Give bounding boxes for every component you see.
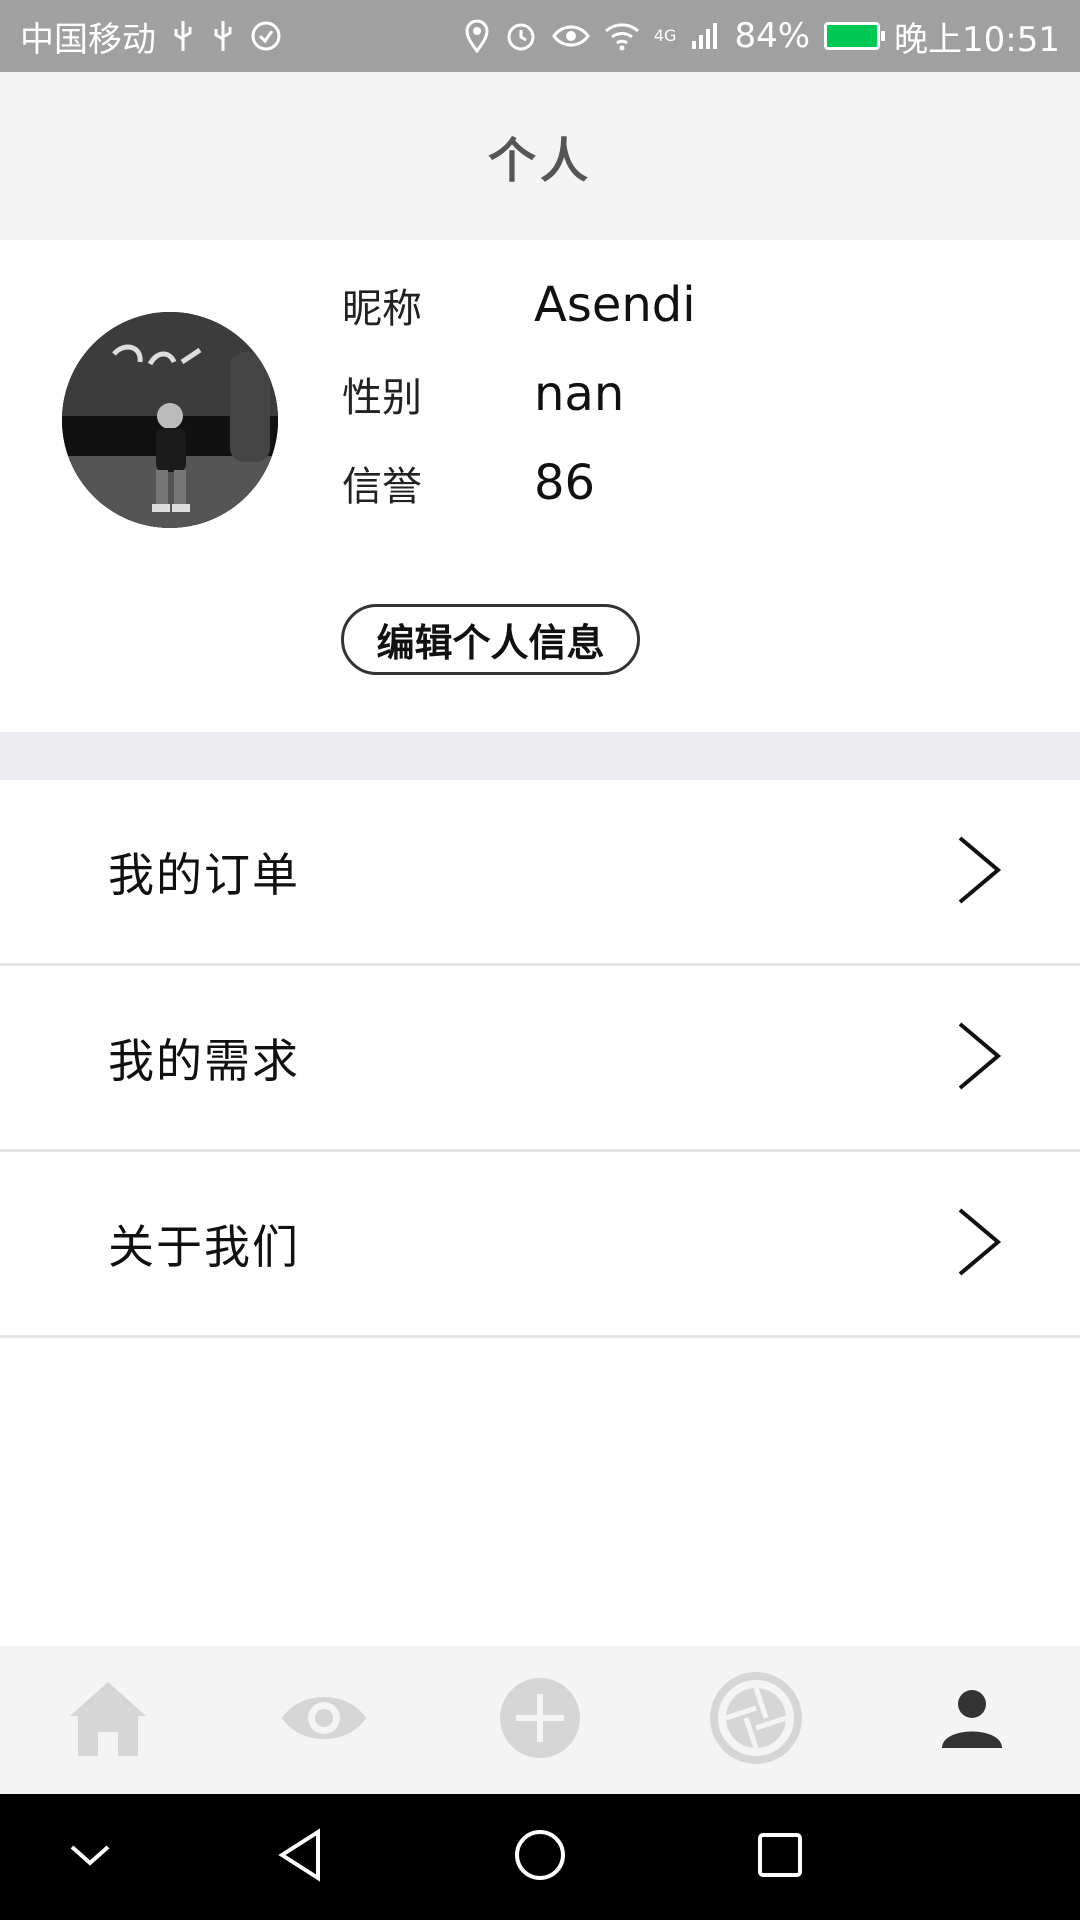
plus-circle-icon (498, 1676, 582, 1764)
page-title: 个人 (487, 133, 592, 189)
sync-icon (250, 20, 282, 52)
bottom-nav (0, 1646, 1080, 1794)
home-circle-icon[interactable] (513, 1828, 567, 1886)
chevron-right-icon (956, 1020, 1002, 1096)
edit-profile-button[interactable]: 编辑个人信息 (341, 604, 640, 675)
nav-discover[interactable] (249, 1660, 399, 1780)
menu-item-about-us[interactable]: 关于我们 (0, 1152, 1080, 1338)
nickname-label: 昵称 (342, 286, 422, 332)
battery-icon (824, 22, 886, 50)
usb-icon (210, 19, 236, 53)
menu-item-my-orders[interactable]: 我的订单 (0, 780, 1080, 966)
collapse-icon[interactable] (68, 1841, 112, 1873)
gender-row: 性别 nan (342, 365, 624, 423)
status-right: 4G 84% 晚上10:51 (464, 12, 1060, 61)
menu-list: 我的订单 我的需求 关于我们 (0, 780, 1080, 1338)
location-icon (464, 19, 490, 53)
home-icon (66, 1676, 150, 1764)
nav-add[interactable] (465, 1660, 615, 1780)
credit-label: 信誉 (342, 464, 422, 510)
nav-profile[interactable] (897, 1660, 1047, 1780)
gender-value: nan (534, 366, 625, 422)
camera-aperture-icon (710, 1672, 802, 1768)
credit-row: 信誉 86 (342, 454, 595, 512)
usb-icon (170, 19, 196, 53)
chevron-right-icon (956, 834, 1002, 910)
network-type: 4G (653, 25, 677, 45)
eye-icon (552, 21, 590, 51)
menu-item-label: 我的订单 (108, 847, 300, 902)
signal-icon (690, 21, 720, 51)
back-icon[interactable] (276, 1828, 324, 1886)
menu-item-label: 关于我们 (108, 1219, 300, 1274)
status-bar: 中国移动 4G 84% 晚上10:51 (0, 0, 1080, 72)
credit-value: 86 (534, 455, 596, 511)
avatar[interactable] (62, 312, 278, 528)
nickname-row: 昵称 Asendi (342, 276, 696, 334)
recents-icon[interactable] (756, 1831, 804, 1883)
nav-home[interactable] (33, 1660, 183, 1780)
nav-camera[interactable] (681, 1660, 831, 1780)
status-time: 晚上10:51 (894, 19, 1060, 60)
wifi-icon (604, 21, 640, 51)
person-icon (940, 1686, 1004, 1754)
system-nav-bar (0, 1794, 1080, 1920)
alarm-icon (504, 19, 538, 53)
menu-item-label: 我的需求 (108, 1033, 300, 1088)
gender-label: 性别 (342, 375, 422, 421)
header: 个人 (0, 72, 1080, 240)
status-left: 中国移动 (20, 12, 282, 61)
menu-item-my-requests[interactable]: 我的需求 (0, 966, 1080, 1152)
nickname-value: Asendi (534, 277, 696, 333)
section-divider (0, 732, 1080, 780)
chevron-right-icon (956, 1206, 1002, 1282)
profile-section: 昵称 Asendi 性别 nan 信誉 86 编辑个人信息 (0, 240, 1080, 732)
eye-icon (280, 1688, 368, 1752)
battery-percent: 84% (734, 16, 811, 56)
carrier-name: 中国移动 (20, 19, 156, 60)
